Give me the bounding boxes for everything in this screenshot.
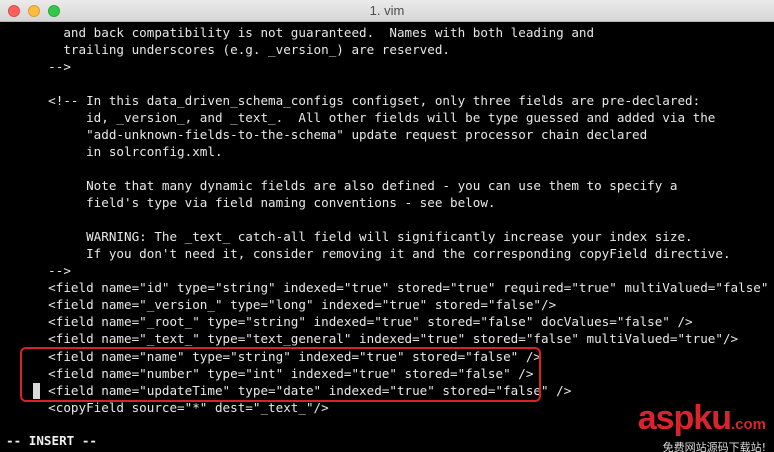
watermark-logo: aspku.com 免费网站源码下载站!: [598, 399, 766, 452]
watermark-brand: aspku.com: [598, 399, 766, 441]
editor-line: -->: [33, 59, 71, 74]
editor-line: <field name="_root_" type="string" index…: [33, 314, 693, 329]
editor-line: id, _version_, and _text_. All other fie…: [33, 110, 716, 125]
window-title: 1. vim: [369, 3, 405, 18]
editor-line: in solrconfig.xml.: [33, 144, 223, 159]
editor-line: <!-- In this data_driven_schema_configs …: [33, 93, 701, 108]
mode-indicator: -- INSERT --: [6, 433, 97, 448]
editor-line: "add-unknown-fields-to-the-schema" updat…: [33, 127, 648, 142]
editor-line: Note that many dynamic fields are also d…: [33, 178, 678, 193]
text-cursor: [33, 383, 40, 399]
editor-line: field's type via field naming convention…: [33, 195, 496, 210]
editor-line: trailing underscores (e.g. _version_) ar…: [33, 42, 451, 57]
title-bar: 1. vim: [0, 0, 774, 22]
editor-line: and back compatibility is not guaranteed…: [33, 25, 595, 40]
watermark-brand-suffix: .com: [730, 416, 766, 433]
highlight-annotation-box: [20, 347, 541, 402]
editor-line: If you don't need it, consider removing …: [33, 246, 731, 261]
editor-line: WARNING: The _text_ catch-all field will…: [33, 229, 693, 244]
watermark-tagline: 免费网站源码下载站!: [662, 441, 766, 452]
editor-line: -->: [33, 263, 71, 278]
editor-line: <field name="_version_" type="long" inde…: [33, 297, 557, 312]
terminal-window: 1. vim and back compatibility is not gua…: [0, 0, 774, 452]
vim-editor[interactable]: and back compatibility is not guaranteed…: [0, 22, 774, 452]
watermark-brand-part1: asp: [637, 399, 695, 437]
editor-line: <field name="id" type="string" indexed="…: [33, 280, 774, 295]
watermark-brand-part2: ku: [693, 399, 732, 437]
editor-line: <field name="_text_" type="text_general"…: [33, 331, 739, 346]
